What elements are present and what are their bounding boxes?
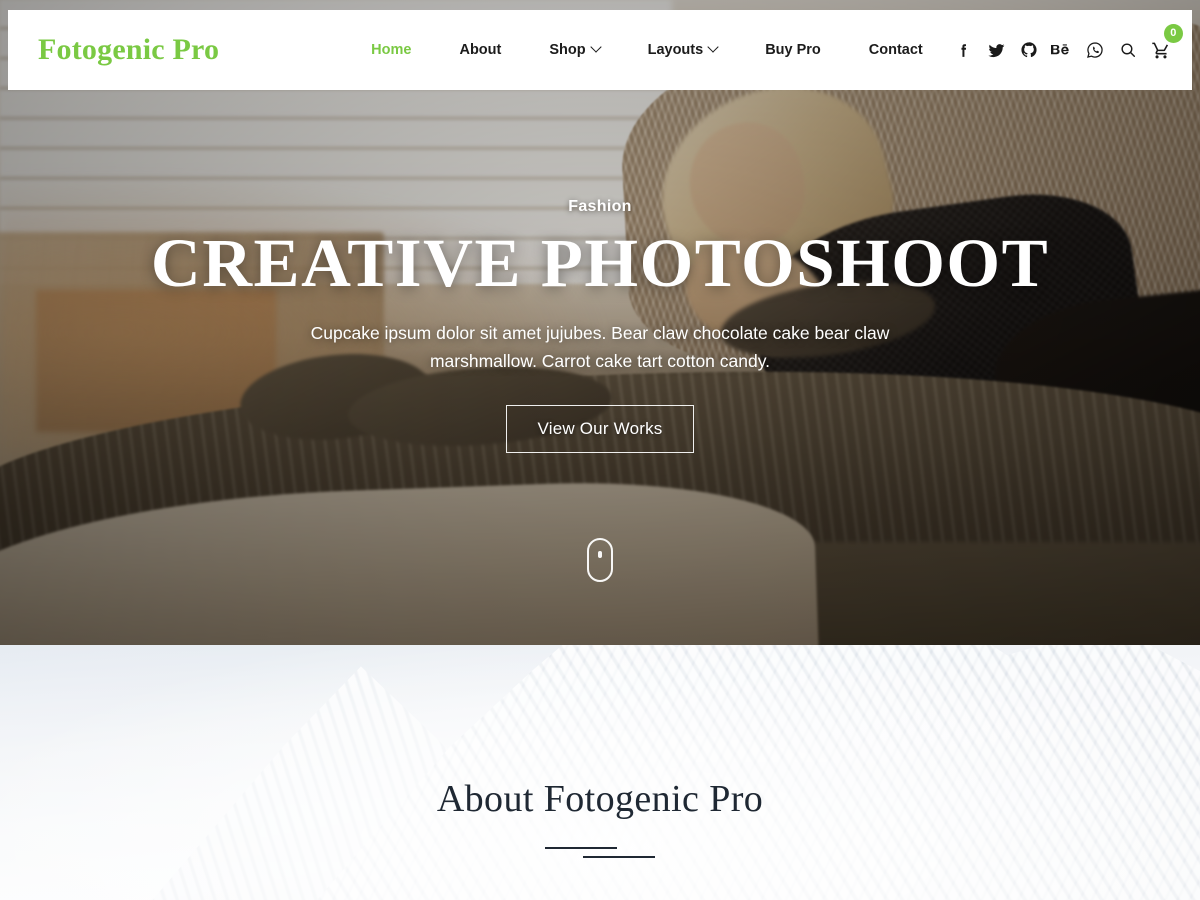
cart-icon[interactable]: 0 bbox=[1145, 24, 1183, 67]
scroll-dot bbox=[598, 551, 602, 558]
behance-icon[interactable] bbox=[1046, 33, 1079, 67]
header-tools: 0 bbox=[947, 24, 1183, 67]
chevron-down-icon bbox=[707, 41, 719, 53]
site-header: Fotogenic Pro Home About Shop Layouts Bu… bbox=[8, 10, 1192, 90]
hero-section: Fashion CREATIVE PHOTOSHOOT Cupcake ipsu… bbox=[0, 0, 1200, 645]
nav-item-home[interactable]: Home bbox=[347, 42, 435, 58]
nav-label-home: Home bbox=[371, 42, 412, 58]
nav-label-buy-pro: Buy Pro bbox=[765, 42, 821, 58]
facebook-icon[interactable] bbox=[947, 33, 980, 67]
section-divider bbox=[545, 847, 655, 861]
site-logo[interactable]: Fotogenic Pro bbox=[38, 33, 219, 67]
nav-item-shop[interactable]: Shop bbox=[525, 41, 623, 58]
twitter-icon[interactable] bbox=[980, 33, 1013, 67]
search-icon[interactable] bbox=[1112, 33, 1145, 67]
main-navigation: Home About Shop Layouts Buy Pro Contact bbox=[347, 41, 947, 58]
about-title: About Fotogenic Pro bbox=[436, 778, 764, 820]
view-our-works-button[interactable]: View Our Works bbox=[505, 404, 695, 453]
about-content: About Fotogenic Pro bbox=[0, 645, 1200, 900]
nav-item-buy-pro[interactable]: Buy Pro bbox=[741, 42, 845, 58]
nav-item-contact[interactable]: Contact bbox=[845, 42, 947, 58]
nav-label-layouts: Layouts bbox=[647, 42, 704, 58]
cart-count-badge: 0 bbox=[1163, 24, 1183, 43]
nav-label-contact: Contact bbox=[868, 42, 923, 58]
nav-label-about: About bbox=[459, 42, 502, 58]
nav-item-layouts[interactable]: Layouts bbox=[624, 41, 742, 58]
nav-item-about[interactable]: About bbox=[435, 42, 525, 58]
github-icon[interactable] bbox=[1013, 33, 1046, 67]
whatsapp-icon[interactable] bbox=[1079, 33, 1112, 67]
chevron-down-icon bbox=[589, 41, 602, 53]
nav-label-shop: Shop bbox=[549, 42, 586, 58]
mouse-scroll-icon[interactable] bbox=[587, 538, 613, 582]
about-section: About Fotogenic Pro bbox=[0, 645, 1200, 900]
page-root: Fashion CREATIVE PHOTOSHOOT Cupcake ipsu… bbox=[0, 0, 1200, 900]
